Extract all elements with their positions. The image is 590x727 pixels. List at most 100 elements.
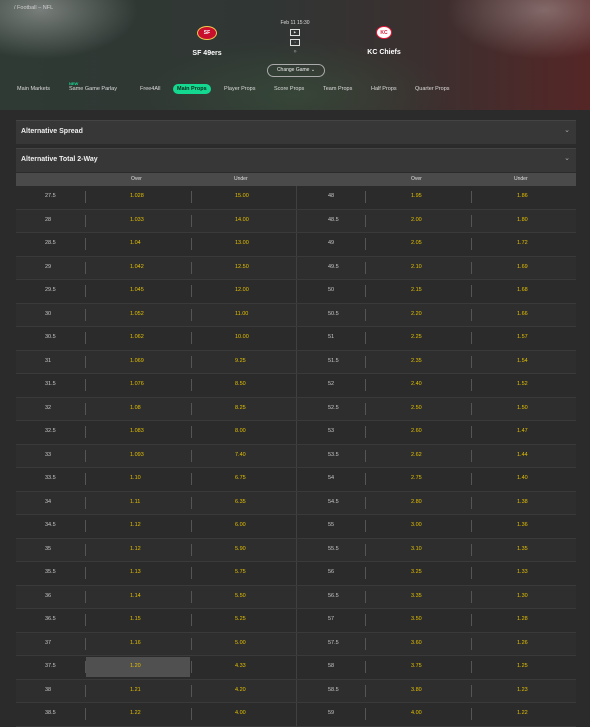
right-under-odds[interactable]: 1.68: [517, 287, 528, 293]
tab-team-props[interactable]: Team Props: [323, 86, 352, 92]
video-icon[interactable]: ▶: [290, 29, 300, 36]
right-under-odds[interactable]: 1.44: [517, 452, 528, 458]
right-over-odds[interactable]: 2.62: [411, 452, 422, 458]
left-over-odds[interactable]: 1.093: [130, 452, 144, 458]
left-over-odds[interactable]: 1.04: [130, 240, 141, 246]
right-over-odds[interactable]: 2.05: [411, 240, 422, 246]
left-over-odds[interactable]: 1.14: [130, 593, 141, 599]
right-over-odds[interactable]: 2.80: [411, 499, 422, 505]
left-under-odds[interactable]: 12.00: [235, 287, 249, 293]
tab-main-props[interactable]: Main Props: [173, 84, 211, 94]
right-under-odds[interactable]: 1.80: [517, 217, 528, 223]
tab-half-props[interactable]: Half Props: [371, 86, 397, 92]
left-over-odds[interactable]: 1.042: [130, 264, 144, 270]
right-under-odds[interactable]: 1.52: [517, 381, 528, 387]
left-under-odds[interactable]: 6.00: [235, 522, 246, 528]
right-under-odds[interactable]: 1.40: [517, 475, 528, 481]
right-under-odds[interactable]: 1.57: [517, 334, 528, 340]
pitch-icon[interactable]: ◎: [291, 49, 299, 54]
right-under-odds[interactable]: 1.66: [517, 311, 528, 317]
right-under-odds[interactable]: 1.23: [517, 687, 528, 693]
left-over-odds[interactable]: 1.045: [130, 287, 144, 293]
tab-main-markets[interactable]: Main Markets: [17, 86, 50, 92]
left-over-odds[interactable]: 1.16: [130, 640, 141, 646]
right-over-odds[interactable]: 2.60: [411, 428, 422, 434]
right-over-odds[interactable]: 2.10: [411, 264, 422, 270]
left-under-odds[interactable]: 5.25: [235, 616, 246, 622]
left-under-odds[interactable]: 6.75: [235, 475, 246, 481]
left-under-odds[interactable]: 4.33: [235, 663, 246, 669]
left-over-odds[interactable]: 1.15: [130, 616, 141, 622]
left-over-odds[interactable]: 1.21: [130, 687, 141, 693]
right-over-odds[interactable]: 2.40: [411, 381, 422, 387]
right-over-odds[interactable]: 3.35: [411, 593, 422, 599]
left-under-odds[interactable]: 6.35: [235, 499, 246, 505]
home-team[interactable]: SF SF 49ers: [167, 26, 247, 57]
change-game-button[interactable]: Change Game ⌄: [267, 64, 325, 77]
left-under-odds[interactable]: 14.00: [235, 217, 249, 223]
right-over-odds[interactable]: 3.50: [411, 616, 422, 622]
alternative-spread-header[interactable]: Alternative Spread ⌄: [16, 120, 576, 144]
left-under-odds[interactable]: 12.50: [235, 264, 249, 270]
right-under-odds[interactable]: 1.30: [517, 593, 528, 599]
left-over-odds[interactable]: 1.083: [130, 428, 144, 434]
right-under-odds[interactable]: 1.26: [517, 640, 528, 646]
right-under-odds[interactable]: 1.86: [517, 193, 528, 199]
left-under-odds[interactable]: 5.50: [235, 593, 246, 599]
left-over-odds[interactable]: 1.11: [130, 499, 140, 505]
left-under-odds[interactable]: 4.20: [235, 687, 246, 693]
tab-quarter-props[interactable]: Quarter Props: [415, 86, 450, 92]
left-under-odds[interactable]: 10.00: [235, 334, 249, 340]
right-under-odds[interactable]: 1.69: [517, 264, 528, 270]
left-under-odds[interactable]: 9.25: [235, 358, 246, 364]
right-over-odds[interactable]: 3.00: [411, 522, 422, 528]
tab-score-props[interactable]: Score Props: [274, 86, 304, 92]
right-over-odds[interactable]: 1.95: [411, 193, 422, 199]
left-under-odds[interactable]: 7.40: [235, 452, 246, 458]
left-under-odds[interactable]: 13.00: [235, 240, 249, 246]
right-under-odds[interactable]: 1.28: [517, 616, 528, 622]
right-over-odds[interactable]: 2.75: [411, 475, 422, 481]
left-over-odds[interactable]: 1.22: [130, 710, 141, 716]
left-over-odds[interactable]: 1.052: [130, 311, 144, 317]
left-over-odds[interactable]: 1.10: [130, 475, 141, 481]
right-over-odds[interactable]: 2.15: [411, 287, 422, 293]
right-over-odds[interactable]: 2.25: [411, 334, 422, 340]
left-over-odds[interactable]: 1.069: [130, 358, 144, 364]
right-over-odds[interactable]: 3.25: [411, 569, 422, 575]
right-under-odds[interactable]: 1.35: [517, 546, 528, 552]
right-under-odds[interactable]: 1.72: [517, 240, 528, 246]
tab-free4all[interactable]: Free4All: [140, 86, 160, 92]
right-over-odds[interactable]: 3.75: [411, 663, 422, 669]
right-over-odds[interactable]: 2.00: [411, 217, 422, 223]
left-over-odds[interactable]: 1.08: [130, 405, 141, 411]
left-over-odds[interactable]: 1.13: [130, 569, 141, 575]
right-under-odds[interactable]: 1.36: [517, 522, 528, 528]
right-under-odds[interactable]: 1.50: [517, 405, 528, 411]
left-over-odds[interactable]: 1.12: [130, 522, 141, 528]
left-under-odds[interactable]: 8.00: [235, 428, 246, 434]
stats-icon[interactable]: ▪: [290, 39, 300, 46]
breadcrumb[interactable]: / Football – NFL: [14, 5, 53, 11]
left-under-odds[interactable]: 5.75: [235, 569, 246, 575]
right-under-odds[interactable]: 1.22: [517, 710, 528, 716]
left-under-odds[interactable]: 5.90: [235, 546, 246, 552]
right-under-odds[interactable]: 1.38: [517, 499, 528, 505]
left-over-odds[interactable]: 1.20: [130, 663, 141, 669]
right-over-odds[interactable]: 2.50: [411, 405, 422, 411]
right-under-odds[interactable]: 1.47: [517, 428, 528, 434]
left-under-odds[interactable]: 4.00: [235, 710, 246, 716]
away-team[interactable]: KC KC Chiefs: [344, 26, 424, 56]
left-over-odds[interactable]: 1.028: [130, 193, 144, 199]
right-over-odds[interactable]: 3.10: [411, 546, 422, 552]
right-under-odds[interactable]: 1.54: [517, 358, 528, 364]
right-over-odds[interactable]: 2.20: [411, 311, 422, 317]
tab-player-props[interactable]: Player Props: [224, 86, 256, 92]
right-over-odds[interactable]: 4.00: [411, 710, 422, 716]
left-over-odds[interactable]: 1.076: [130, 381, 144, 387]
left-under-odds[interactable]: 8.50: [235, 381, 246, 387]
alternative-total-header[interactable]: Alternative Total 2-Way ⌄: [16, 148, 576, 172]
right-under-odds[interactable]: 1.25: [517, 663, 528, 669]
tab-same-game-parlay[interactable]: NEW Same Game Parlay: [69, 81, 117, 92]
left-under-odds[interactable]: 15.00: [235, 193, 249, 199]
